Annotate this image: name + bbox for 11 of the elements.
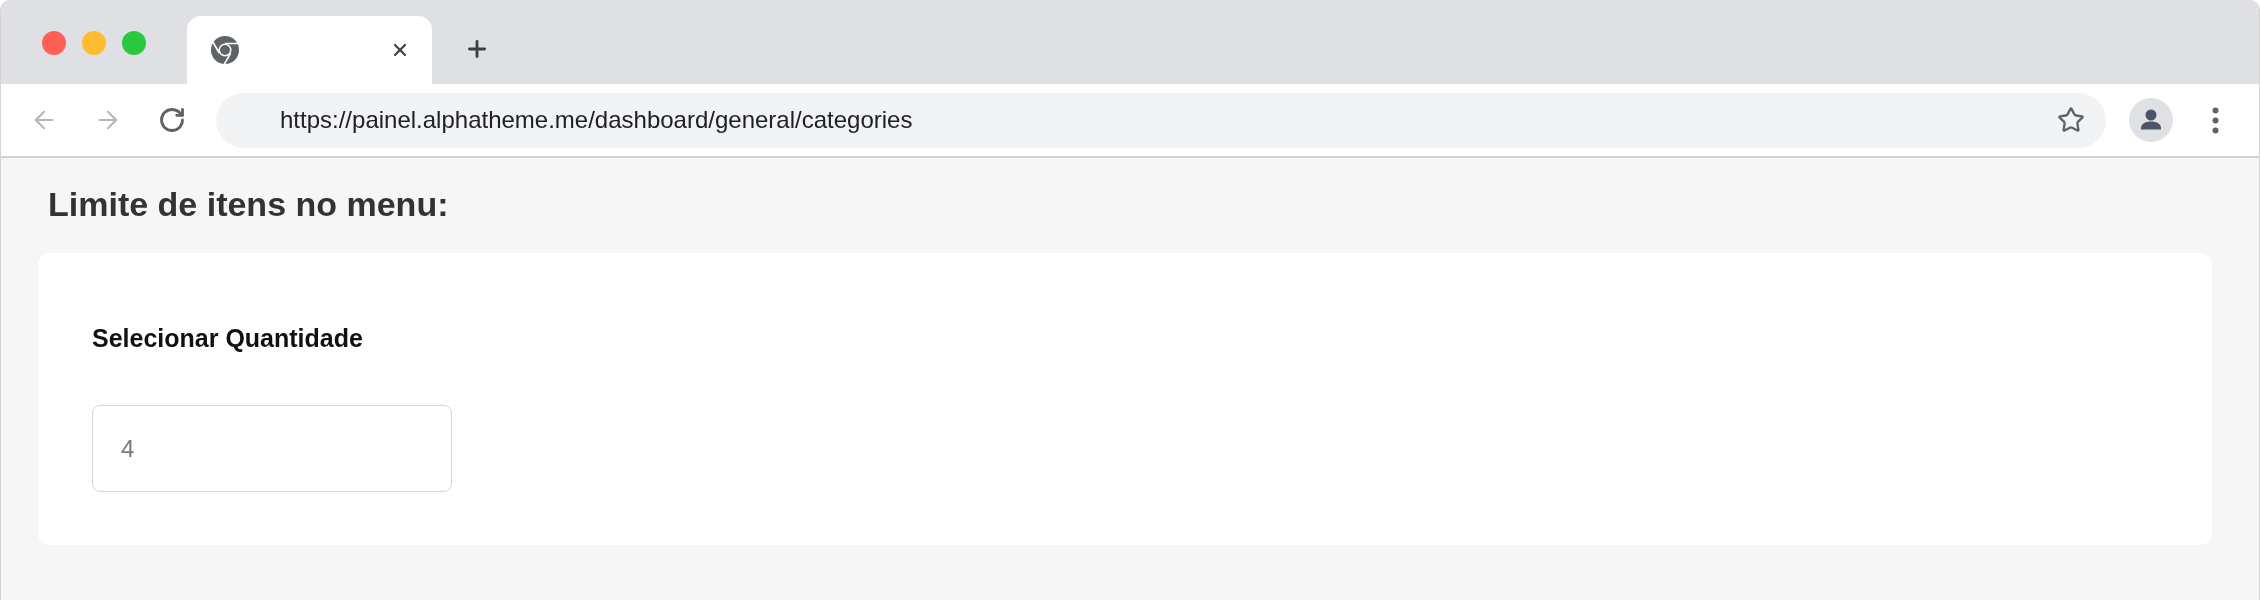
quantity-input[interactable]: 4	[92, 405, 452, 492]
avatar-icon[interactable]	[2129, 98, 2173, 142]
bookmark-star-icon[interactable]	[2057, 106, 2085, 134]
menu-icon[interactable]	[2212, 106, 2219, 134]
browser-tab[interactable]	[187, 16, 432, 84]
field-label: Selecionar Quantidade	[92, 323, 363, 353]
address-bar[interactable]: https://painel.alphatheme.me/dashboard/general/categories	[216, 92, 2106, 148]
browser-logo-icon	[211, 36, 239, 64]
reload-icon[interactable]	[158, 106, 186, 134]
section-heading: Limite de itens no menu:	[48, 184, 449, 224]
url-text: https://painel.alphatheme.me/dashboard/general/categories	[280, 105, 913, 135]
